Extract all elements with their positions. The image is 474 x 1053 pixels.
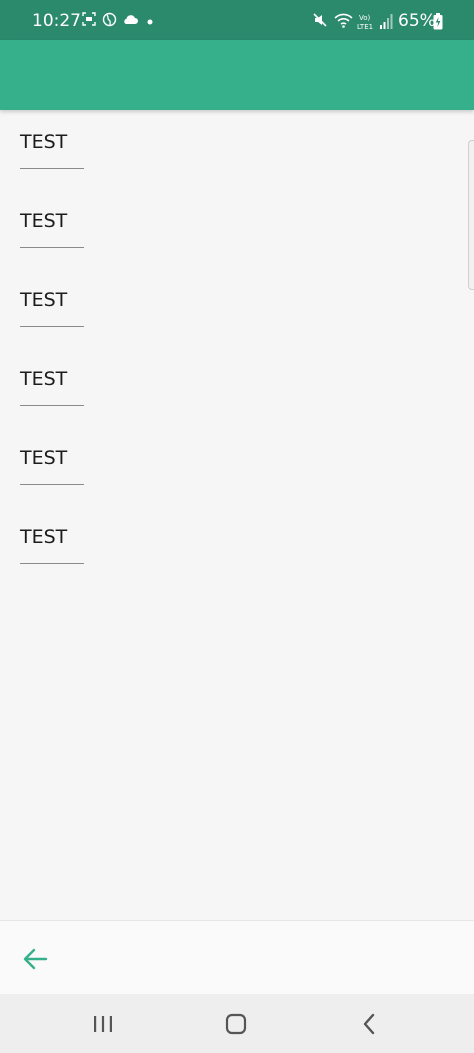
svg-text:Vo): Vo) bbox=[359, 14, 371, 22]
home-icon[interactable] bbox=[222, 1010, 250, 1038]
wifi-icon bbox=[334, 13, 353, 28]
list-item-label: TEST bbox=[20, 289, 68, 311]
list-item-label: TEST bbox=[20, 526, 68, 548]
mute-icon bbox=[313, 13, 327, 27]
cloud-icon bbox=[124, 15, 138, 24]
system-nav-bar bbox=[0, 994, 474, 1053]
recent-apps-icon[interactable] bbox=[89, 1010, 117, 1038]
status-bar: 10:27 Vo) LTE1 65% bbox=[0, 0, 474, 40]
arrow-left-icon[interactable] bbox=[22, 947, 48, 971]
list-item[interactable]: TEST bbox=[20, 110, 220, 170]
screen-record-icon bbox=[82, 12, 96, 26]
list-item[interactable]: TEST bbox=[20, 347, 220, 407]
back-icon[interactable] bbox=[355, 1010, 383, 1038]
list-item[interactable]: TEST bbox=[20, 268, 220, 328]
list-item-label: TEST bbox=[20, 447, 68, 469]
battery-charging-icon bbox=[433, 13, 443, 30]
battery-percent: 65% bbox=[398, 11, 436, 31]
list-item-underline bbox=[20, 563, 84, 564]
list-item-underline bbox=[20, 484, 84, 485]
bottom-bar bbox=[0, 920, 474, 995]
list-item[interactable]: TEST bbox=[20, 505, 220, 565]
list-item-underline bbox=[20, 247, 84, 248]
list-item[interactable]: TEST bbox=[20, 426, 220, 486]
volte-lte-icon: Vo) LTE1 bbox=[357, 14, 373, 31]
vpn-globe-icon bbox=[102, 12, 117, 27]
list-item-label: TEST bbox=[20, 210, 68, 232]
list-item-label: TEST bbox=[20, 368, 68, 390]
scrollbar-thumb[interactable] bbox=[468, 140, 474, 290]
list-item-underline bbox=[20, 326, 84, 327]
list-item[interactable]: TEST bbox=[20, 189, 220, 249]
svg-text:LTE1: LTE1 bbox=[357, 23, 373, 31]
notification-dot-icon bbox=[147, 19, 153, 25]
signal-icon bbox=[380, 14, 393, 29]
list-item-label: TEST bbox=[20, 131, 68, 153]
app-bar bbox=[0, 40, 474, 110]
list-item-underline bbox=[20, 168, 84, 169]
list-item-underline bbox=[20, 405, 84, 406]
status-time: 10:27 bbox=[32, 11, 81, 31]
